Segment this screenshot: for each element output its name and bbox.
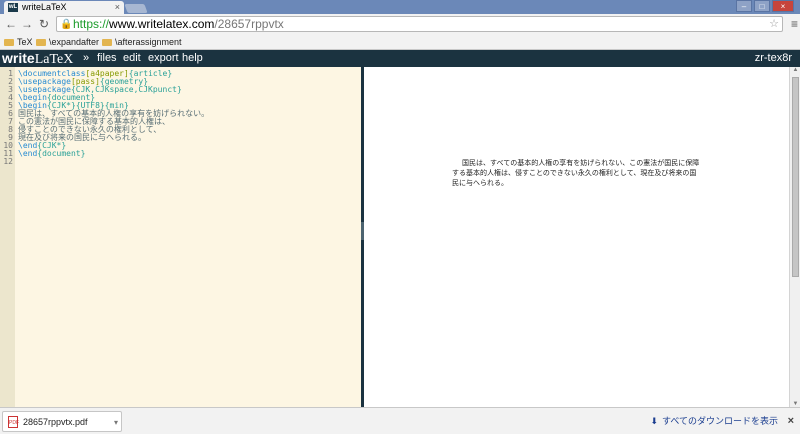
writelatex-favicon-icon: wL [8, 3, 18, 12]
tab-title: writeLaTeX [22, 2, 67, 12]
browser-toolbar: ← → ↻ 🔒 https://www.writelatex.com/28657… [0, 14, 800, 34]
bookmark-expandafter[interactable]: \expandafter [36, 34, 99, 50]
maximize-icon[interactable]: □ [754, 0, 770, 12]
download-item[interactable]: PDF 28657rppvtx.pdf ▾ [2, 411, 122, 432]
bookmark-label: TeX [17, 37, 33, 47]
lock-icon: 🔒 [60, 19, 73, 30]
window-controls: – □ × [736, 0, 794, 12]
address-bar[interactable]: 🔒 https://www.writelatex.com/28657rppvtx… [56, 16, 783, 32]
back-arrow-icon[interactable]: ← [4, 17, 18, 31]
logo-latex: LaTeX [34, 52, 74, 67]
forward-arrow-icon[interactable]: → [20, 17, 34, 31]
code-token: {document} [37, 149, 86, 158]
close-tab-icon[interactable]: × [115, 1, 120, 14]
pdf-preview: 国民は、すべての基本的人権の享有を妨げられない、この憲法が国民に保障する基本的人… [364, 67, 789, 407]
star-icon[interactable]: ☆ [769, 17, 779, 31]
url-host: www.writelatex.com [109, 17, 215, 31]
close-window-icon[interactable]: × [772, 0, 794, 12]
menu-export[interactable]: export [148, 50, 179, 67]
code-line[interactable]: \end{document} [18, 150, 85, 158]
show-all-downloads-link[interactable]: ⬇ すべてのダウンロードを表示 [650, 408, 778, 435]
bookmark-tex[interactable]: TeX [4, 34, 33, 50]
scroll-up-icon[interactable]: ▲ [791, 67, 800, 73]
pdf-file-icon: PDF [8, 416, 19, 428]
show-all-label: すべてのダウンロードを表示 [661, 416, 778, 426]
line-number-gutter: 1 2 3 4 5 6 7 8 9 10 11 12 [0, 67, 15, 407]
browser-tab[interactable]: wL writeLaTeX × [4, 1, 124, 14]
reload-icon[interactable]: ↻ [37, 17, 51, 31]
folder-icon [36, 38, 46, 46]
hamburger-menu-icon[interactable]: ≡ [791, 17, 798, 31]
close-downloads-button[interactable]: × [788, 408, 794, 435]
scrollbar-thumb[interactable] [792, 77, 799, 277]
writelatex-logo[interactable]: writeLaTeX [2, 50, 73, 68]
minimize-icon[interactable]: – [736, 0, 752, 12]
collapse-chevron-icon[interactable]: » [83, 50, 89, 67]
downloads-bar: PDF 28657rppvtx.pdf ▾ ⬇ すべてのダウンロードを表示 × [0, 407, 800, 434]
menu-help[interactable]: help [182, 50, 203, 67]
bookmark-label: \afterassignment [115, 37, 182, 47]
menu-files[interactable]: files [97, 50, 117, 67]
folder-icon [4, 38, 14, 46]
bookmarks-bar: TeX \expandafter \afterassignment [0, 34, 800, 50]
chevron-down-icon[interactable]: ▾ [114, 412, 118, 433]
new-tab-button[interactable] [124, 4, 148, 13]
logo-write: write [2, 50, 35, 66]
bookmark-afterassignment[interactable]: \afterassignment [102, 34, 182, 50]
menu-edit[interactable]: edit [123, 50, 141, 67]
url-path: /28657rppvtx [214, 17, 284, 31]
preview-scrollbar[interactable]: ▲ ▼ [789, 67, 800, 407]
app-header: writeLaTeX » files edit export help zr-t… [0, 50, 800, 67]
folder-icon [102, 38, 112, 46]
code-token: \end [18, 149, 38, 158]
url-scheme: https:// [73, 17, 110, 31]
bookmark-label: \expandafter [49, 37, 100, 47]
preview-paragraph: 国民は、すべての基本的人権の享有を妨げられない、この憲法が国民に保障する基本的人… [452, 159, 700, 187]
project-name: zr-tex8r [754, 52, 792, 64]
download-file-name: 28657rppvtx.pdf [23, 417, 88, 427]
tab-strip: wL writeLaTeX × – □ × [0, 0, 800, 14]
line-number: 12 [3, 157, 13, 166]
source-editor[interactable]: 1 2 3 4 5 6 7 8 9 10 11 12 \documentclass[a4paper]{… [0, 67, 361, 407]
download-arrow-icon: ⬇ [650, 416, 658, 426]
